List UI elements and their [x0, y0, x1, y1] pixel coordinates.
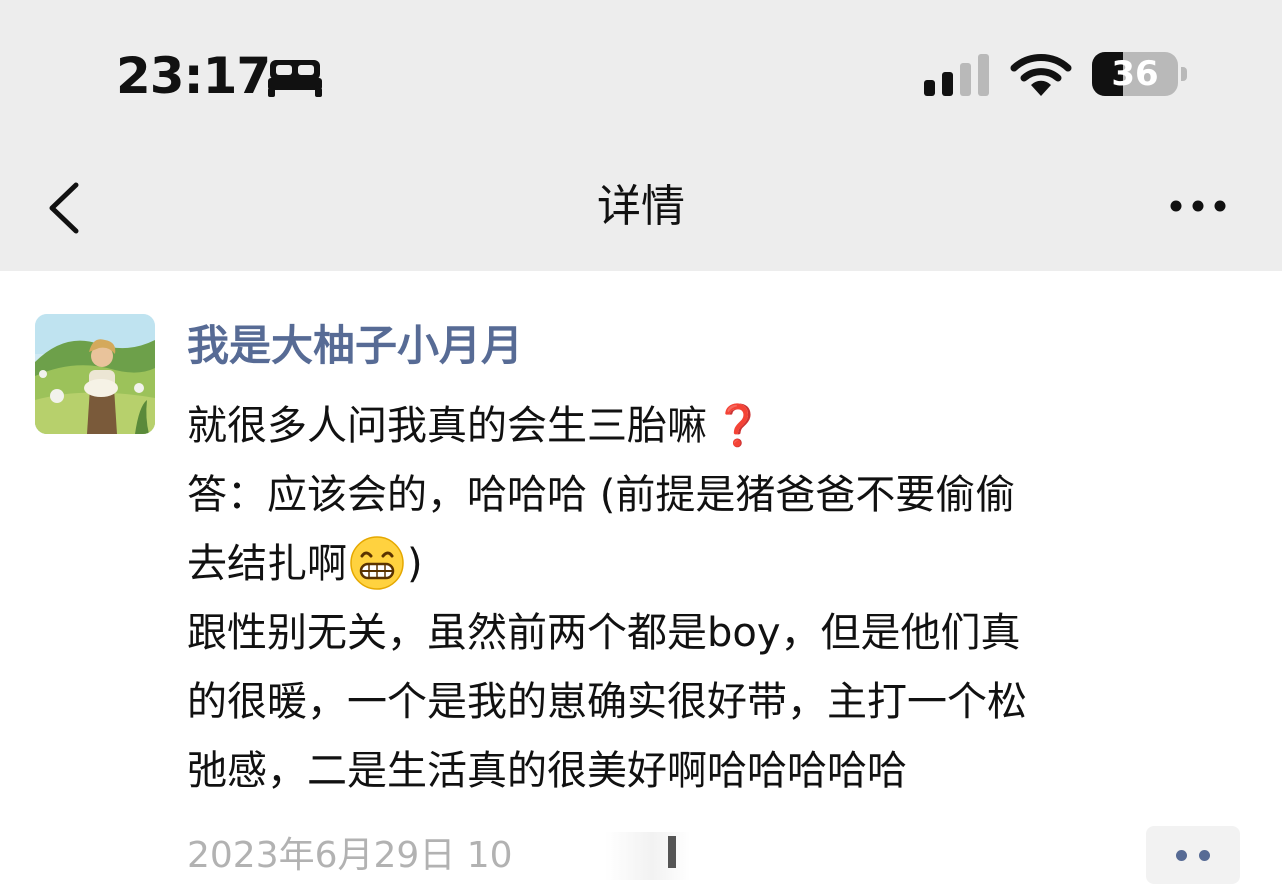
cursor-mark: [668, 836, 676, 868]
post-text: 就很多人问我真的会生三胎嘛 ❓ 答：应该会的，哈哈哈 (前提是猪爸爸不要偷偷 去结…: [187, 392, 1257, 806]
dot-icon: [1176, 850, 1187, 861]
battery-level: 36: [1111, 54, 1159, 94]
status-time: 23:17: [116, 47, 271, 105]
battery-tip: [1181, 67, 1187, 81]
cellular-signal-icon: [924, 54, 989, 96]
post-line-text: 就很多人问我真的会生三胎嘛: [187, 403, 707, 449]
post-line: 就很多人问我真的会生三胎嘛 ❓: [187, 392, 1257, 461]
battery-indicator: 36: [1092, 52, 1188, 98]
author-name[interactable]: 我是大柚子小月月: [187, 314, 523, 378]
top-bar: 23:17 36 详情: [0, 0, 1282, 271]
dot-icon: [1199, 850, 1210, 861]
post-line-text: ): [407, 541, 423, 587]
wifi-icon: [1010, 54, 1072, 96]
post-line: 跟性别无关，虽然前两个都是boy，但是他们真: [187, 610, 1021, 656]
post-line: 答：应该会的，哈哈哈 (前提是猪爸爸不要偷偷: [187, 472, 1016, 518]
post-line: 去结扎啊 ): [187, 530, 1257, 599]
page-title: 详情: [597, 181, 685, 232]
question-mark-emoji: ❓: [713, 403, 763, 449]
comment-button[interactable]: [1146, 826, 1240, 884]
battery-body: 36: [1092, 52, 1178, 96]
bed-icon: [268, 60, 322, 97]
post-line: 弛感，二是生活真的很美好啊哈哈哈哈哈: [187, 748, 907, 794]
grinning-face-icon: [350, 536, 404, 590]
post-line: 的很暖，一个是我的崽确实很好带，主打一个松: [187, 679, 1027, 725]
ellipsis-icon[interactable]: [1162, 186, 1234, 226]
avatar[interactable]: [35, 314, 155, 434]
timestamp-overlay: [548, 832, 738, 880]
post-line-text: 去结扎啊: [187, 541, 347, 587]
post-timestamp: 2023年6月29日 10: [187, 835, 513, 876]
